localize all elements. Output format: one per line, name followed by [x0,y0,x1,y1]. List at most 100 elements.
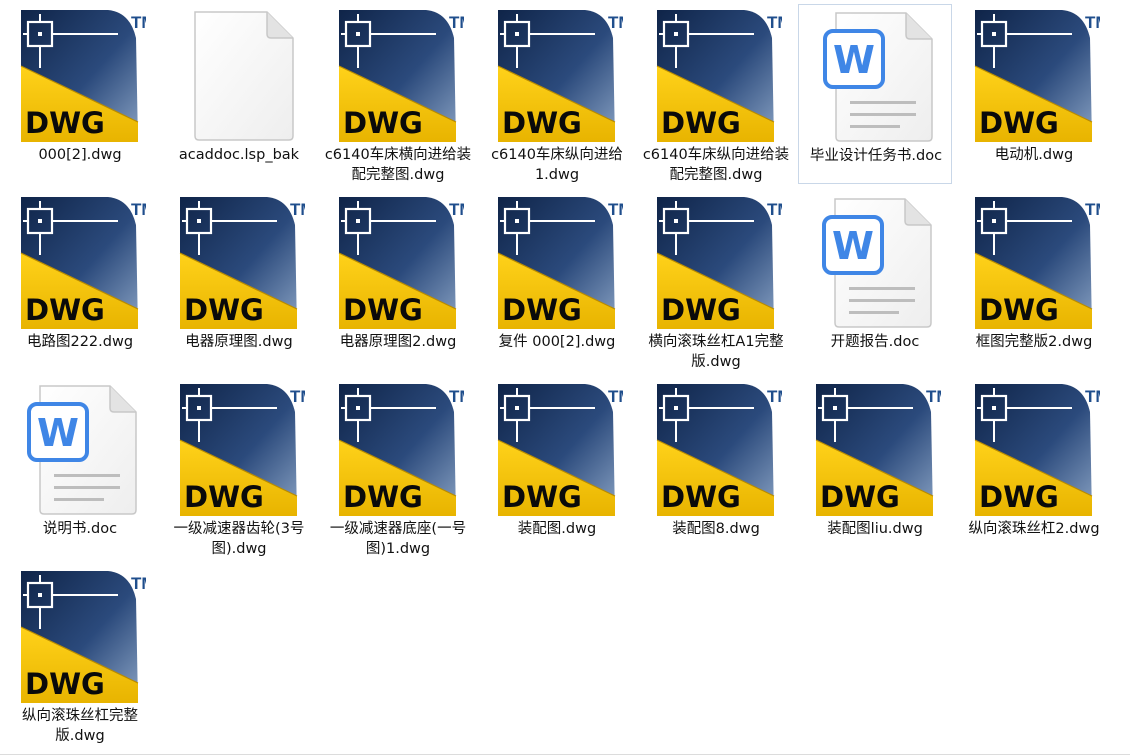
trademark-label: TM [449,13,464,32]
file-item[interactable]: TM DWG 电动机.dwg [957,4,1111,184]
file-name-label[interactable]: c6140车床纵向进给装配完整图.dwg [639,145,793,185]
file-item[interactable]: TM DWG 横向滚珠丝杠A1完整版.dwg [639,191,793,371]
file-item[interactable]: acaddoc.lsp_bak [162,4,316,184]
file-name-label[interactable]: 电器原理图.dwg [162,332,316,352]
word-logo-letter: W [833,38,875,82]
file-name-label[interactable]: 毕业设计任务书.doc [799,146,953,166]
file-item[interactable]: TM DWG c6140车床纵向进给装配完整图.dwg [639,4,793,184]
file-item[interactable]: TM DWG 一级减速器齿轮(3号图).dwg [162,378,316,558]
file-name-label[interactable]: 横向滚珠丝杠A1完整版.dwg [639,332,793,372]
file-item[interactable]: TM DWG 装配图.dwg [480,378,634,558]
file-name-label[interactable]: 电动机.dwg [957,145,1111,165]
dwg-file-icon: TM DWG [338,10,474,142]
dwg-badge-text: DWG [979,106,1059,140]
file-icon: TM DWG [336,382,474,518]
dwg-badge-text: DWG [661,293,741,327]
file-item[interactable]: TM DWG 纵向滚珠丝杠2.dwg [957,378,1111,558]
trademark-label: TM [449,200,464,219]
dwg-file-icon: TM DWG [338,197,474,329]
word-document-icon: W [27,385,137,515]
file-item[interactable]: TM DWG 一级减速器底座(一号图)1.dwg [321,378,475,558]
dwg-file-icon: TM DWG [179,197,315,329]
word-document-icon: W [823,12,933,142]
trademark-label: TM [290,200,305,219]
file-item[interactable]: TM DWG 装配图8.dwg [639,378,793,558]
dwg-badge-text: DWG [661,480,741,514]
file-name-label[interactable]: acaddoc.lsp_bak [162,145,316,165]
file-item[interactable]: TM DWG 复件 000[2].dwg [480,191,634,371]
file-item[interactable]: TM DWG 电器原理图2.dwg [321,191,475,371]
file-name-label[interactable]: 纵向滚珠丝杠完整版.dwg [3,706,157,746]
file-name-label[interactable]: 电器原理图2.dwg [321,332,475,352]
file-icon: W [813,195,941,331]
file-icon: TM DWG [18,8,156,144]
file-name-label[interactable]: c6140车床横向进给装配完整图.dwg [321,145,475,185]
trademark-label: TM [608,200,623,219]
file-name-label[interactable]: 开题报告.doc [798,332,952,352]
file-item[interactable]: W 开题报告.doc [798,191,952,371]
file-item[interactable]: TM DWG 框图完整版2.dwg [957,191,1111,371]
dwg-badge-text: DWG [25,293,105,327]
dwg-file-icon: TM DWG [656,197,792,329]
file-icon: TM DWG [495,8,633,144]
trademark-label: TM [767,13,782,32]
word-logo-letter: W [37,411,79,455]
file-name-label[interactable]: 装配图.dwg [480,519,634,539]
file-name-label[interactable]: 000[2].dwg [3,145,157,165]
trademark-label: TM [926,387,941,406]
file-name-label[interactable]: 一级减速器齿轮(3号图).dwg [162,519,316,559]
file-item[interactable]: TM DWG 纵向滚珠丝杠完整版.dwg [3,565,157,745]
dwg-badge-text: DWG [502,293,582,327]
dwg-file-icon: TM DWG [20,10,156,142]
file-item[interactable]: TM DWG c6140车床横向进给装配完整图.dwg [321,4,475,184]
dwg-file-icon: TM DWG [20,571,156,703]
trademark-label: TM [290,387,305,406]
dwg-badge-text: DWG [502,480,582,514]
trademark-label: TM [608,387,623,406]
file-item[interactable]: W 毕业设计任务书.doc [798,4,952,184]
trademark-label: TM [131,200,146,219]
dwg-file-icon: TM DWG [20,197,156,329]
dwg-badge-text: DWG [343,480,423,514]
file-name-label[interactable]: 装配图8.dwg [639,519,793,539]
file-name-label[interactable]: 复件 000[2].dwg [480,332,634,352]
trademark-label: TM [1085,387,1100,406]
file-icon: TM DWG [336,8,474,144]
file-name-label[interactable]: c6140车床纵向进给1.dwg [480,145,634,185]
trademark-label: TM [608,13,623,32]
file-item[interactable]: TM DWG 000[2].dwg [3,4,157,184]
file-item[interactable]: TM DWG c6140车床纵向进给1.dwg [480,4,634,184]
file-item[interactable]: W 说明书.doc [3,378,157,558]
file-name-label[interactable]: 说明书.doc [3,519,157,539]
trademark-label: TM [767,200,782,219]
file-item[interactable]: TM DWG 电路图222.dwg [3,191,157,371]
dwg-badge-text: DWG [184,293,264,327]
file-item[interactable]: TM DWG 电器原理图.dwg [162,191,316,371]
file-name-label[interactable]: 电路图222.dwg [3,332,157,352]
dwg-file-icon: TM DWG [179,384,315,516]
dwg-file-icon: TM DWG [497,197,633,329]
dwg-badge-text: DWG [502,106,582,140]
file-name-label[interactable]: 纵向滚珠丝杠2.dwg [957,519,1111,539]
file-name-label[interactable]: 一级减速器底座(一号图)1.dwg [321,519,475,559]
dwg-file-icon: TM DWG [497,10,633,142]
word-logo-letter: W [832,224,874,268]
blank-file-icon [194,11,294,141]
dwg-badge-text: DWG [979,480,1059,514]
file-icon [177,8,305,144]
file-icon: W [814,9,942,145]
file-item[interactable]: TM DWG 装配图liu.dwg [798,378,952,558]
trademark-label: TM [131,13,146,32]
file-icon: TM DWG [336,195,474,331]
trademark-label: TM [1085,13,1100,32]
dwg-file-icon: TM DWG [974,384,1110,516]
dwg-file-icon: TM DWG [656,384,792,516]
file-name-label[interactable]: 装配图liu.dwg [798,519,952,539]
dwg-file-icon: TM DWG [815,384,951,516]
dwg-badge-text: DWG [979,293,1059,327]
trademark-label: TM [131,574,146,593]
trademark-label: TM [1085,200,1100,219]
file-icon: TM DWG [18,569,156,705]
file-name-label[interactable]: 框图完整版2.dwg [957,332,1111,352]
dwg-file-icon: TM DWG [497,384,633,516]
